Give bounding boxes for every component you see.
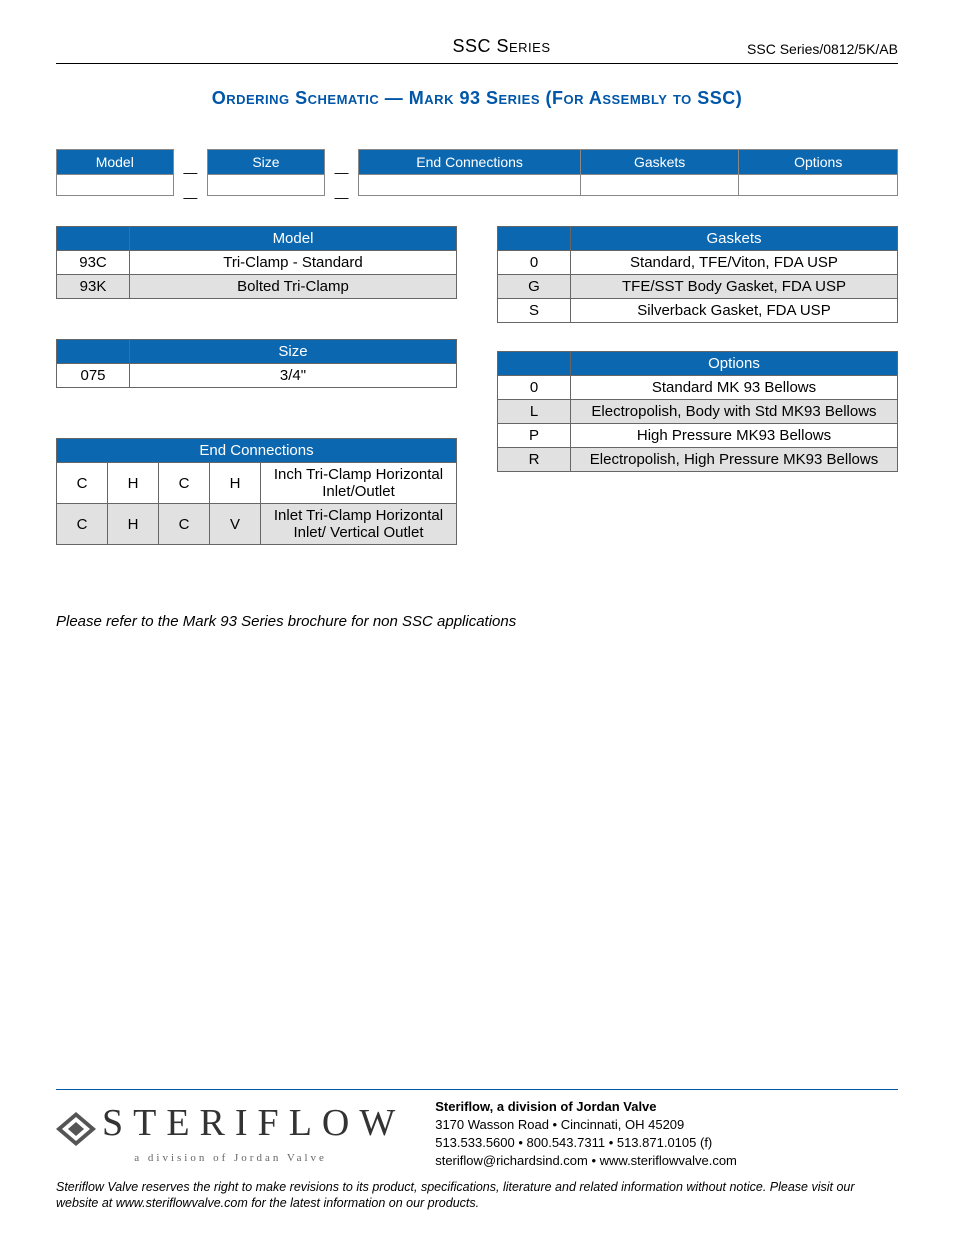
option-code: R — [498, 448, 571, 472]
table-row: 93C Tri-Clamp - Standard — [57, 251, 457, 275]
gaskets-table-header: Gaskets — [571, 227, 898, 251]
model-table: Model 93C Tri-Clamp - Standard 93K Bolte… — [56, 226, 457, 299]
schematic-size-header: Size — [208, 150, 325, 175]
footer-phones: 513.533.5600 • 800.543.7311 • 513.871.01… — [435, 1134, 737, 1152]
endconn-c: C — [159, 463, 210, 504]
header-right: SSC Series/0812/5K/AB — [747, 41, 898, 57]
option-code: 0 — [498, 376, 571, 400]
schematic-gaskets-cell — [580, 175, 739, 196]
option-desc: High Pressure MK93 Bellows — [571, 424, 898, 448]
schematic-separator — [173, 150, 208, 175]
size-table-header: Size — [130, 340, 457, 364]
steriflow-logo: STERIFLOW a division of Jordan Valve — [56, 1104, 405, 1164]
page-title: Ordering Schematic — Mark 93 Series (For… — [56, 88, 898, 109]
model-table-header: Model — [130, 227, 457, 251]
table-row: P High Pressure MK93 Bellows — [498, 424, 898, 448]
footer-contact: Steriflow, a division of Jordan Valve 31… — [435, 1098, 737, 1171]
size-desc: 3/4" — [130, 364, 457, 388]
footer-company: Steriflow, a division of Jordan Valve — [435, 1098, 737, 1116]
size-code: 075 — [57, 364, 130, 388]
schematic-table: Model Size End Connections Gaskets Optio… — [56, 149, 898, 196]
endconn-b: H — [108, 463, 159, 504]
model-code: 93K — [57, 275, 130, 299]
options-table: Options 0 Standard MK 93 Bellows L Elect… — [497, 351, 898, 472]
table-row: C H C V Inlet Tri-Clamp Horizontal Inlet… — [57, 504, 457, 545]
footer-email-web: steriflow@richardsind.com • www.steriflo… — [435, 1152, 737, 1170]
schematic-options-cell — [739, 175, 898, 196]
endconn-desc: Inch Tri-Clamp Horizontal Inlet/Outlet — [261, 463, 457, 504]
size-table: Size 075 3/4" — [56, 339, 457, 388]
table-row: S Silverback Gasket, FDA USP — [498, 299, 898, 323]
endconn-a: C — [57, 463, 108, 504]
table-row: L Electropolish, Body with Std MK93 Bell… — [498, 400, 898, 424]
option-desc: Standard MK 93 Bellows — [571, 376, 898, 400]
table-row: R Electropolish, High Pressure MK93 Bell… — [498, 448, 898, 472]
endconn-d: V — [210, 504, 261, 545]
schematic-model-header: Model — [57, 150, 174, 175]
logo-word: STERIFLOW — [102, 1102, 405, 1144]
gasket-desc: TFE/SST Body Gasket, FDA USP — [571, 275, 898, 299]
table-row: 93K Bolted Tri-Clamp — [57, 275, 457, 299]
model-desc: Bolted Tri-Clamp — [130, 275, 457, 299]
schematic-separator — [324, 150, 359, 175]
header-rule — [56, 63, 898, 64]
endconn-table: End Connections C H C H Inch Tri-Clamp H… — [56, 438, 457, 545]
header-center: SSC Series — [256, 36, 747, 57]
footer-address: 3170 Wasson Road • Cincinnati, OH 45209 — [435, 1116, 737, 1134]
model-code: 93C — [57, 251, 130, 275]
option-code: L — [498, 400, 571, 424]
footer-rule — [56, 1089, 898, 1090]
options-table-header: Options — [571, 352, 898, 376]
endconn-d: H — [210, 463, 261, 504]
endconn-desc: Inlet Tri-Clamp Horizontal Inlet/ Vertic… — [261, 504, 457, 545]
gasket-desc: Standard, TFE/Viton, FDA USP — [571, 251, 898, 275]
schematic-separator — [324, 175, 359, 196]
table-row: 075 3/4" — [57, 364, 457, 388]
logo-subtitle: a division of Jordan Valve — [56, 1152, 405, 1164]
gasket-code: 0 — [498, 251, 571, 275]
schematic-separator — [173, 175, 208, 196]
brochure-note: Please refer to the Mark 93 Series broch… — [56, 613, 898, 630]
page-footer: STERIFLOW a division of Jordan Valve Ste… — [56, 1089, 898, 1211]
option-desc: Electropolish, High Pressure MK93 Bellow… — [571, 448, 898, 472]
endconn-c: C — [159, 504, 210, 545]
table-row: G TFE/SST Body Gasket, FDA USP — [498, 275, 898, 299]
table-row: 0 Standard, TFE/Viton, FDA USP — [498, 251, 898, 275]
endconn-table-header: End Connections — [57, 439, 457, 463]
table-row: C H C H Inch Tri-Clamp Horizontal Inlet/… — [57, 463, 457, 504]
gaskets-table: Gaskets 0 Standard, TFE/Viton, FDA USP G… — [497, 226, 898, 323]
option-code: P — [498, 424, 571, 448]
model-desc: Tri-Clamp - Standard — [130, 251, 457, 275]
schematic-model-cell — [57, 175, 174, 196]
schematic-options-header: Options — [739, 150, 898, 175]
schematic-gaskets-header: Gaskets — [580, 150, 739, 175]
gasket-desc: Silverback Gasket, FDA USP — [571, 299, 898, 323]
footer-disclaimer: Steriflow Valve reserves the right to ma… — [56, 1179, 898, 1212]
endconn-a: C — [57, 504, 108, 545]
logo-mark-icon — [56, 1112, 96, 1150]
option-desc: Electropolish, Body with Std MK93 Bellow… — [571, 400, 898, 424]
schematic-endconn-cell — [359, 175, 581, 196]
endconn-b: H — [108, 504, 159, 545]
schematic-endconn-header: End Connections — [359, 150, 581, 175]
gasket-code: S — [498, 299, 571, 323]
schematic-size-cell — [208, 175, 325, 196]
table-row: 0 Standard MK 93 Bellows — [498, 376, 898, 400]
gasket-code: G — [498, 275, 571, 299]
